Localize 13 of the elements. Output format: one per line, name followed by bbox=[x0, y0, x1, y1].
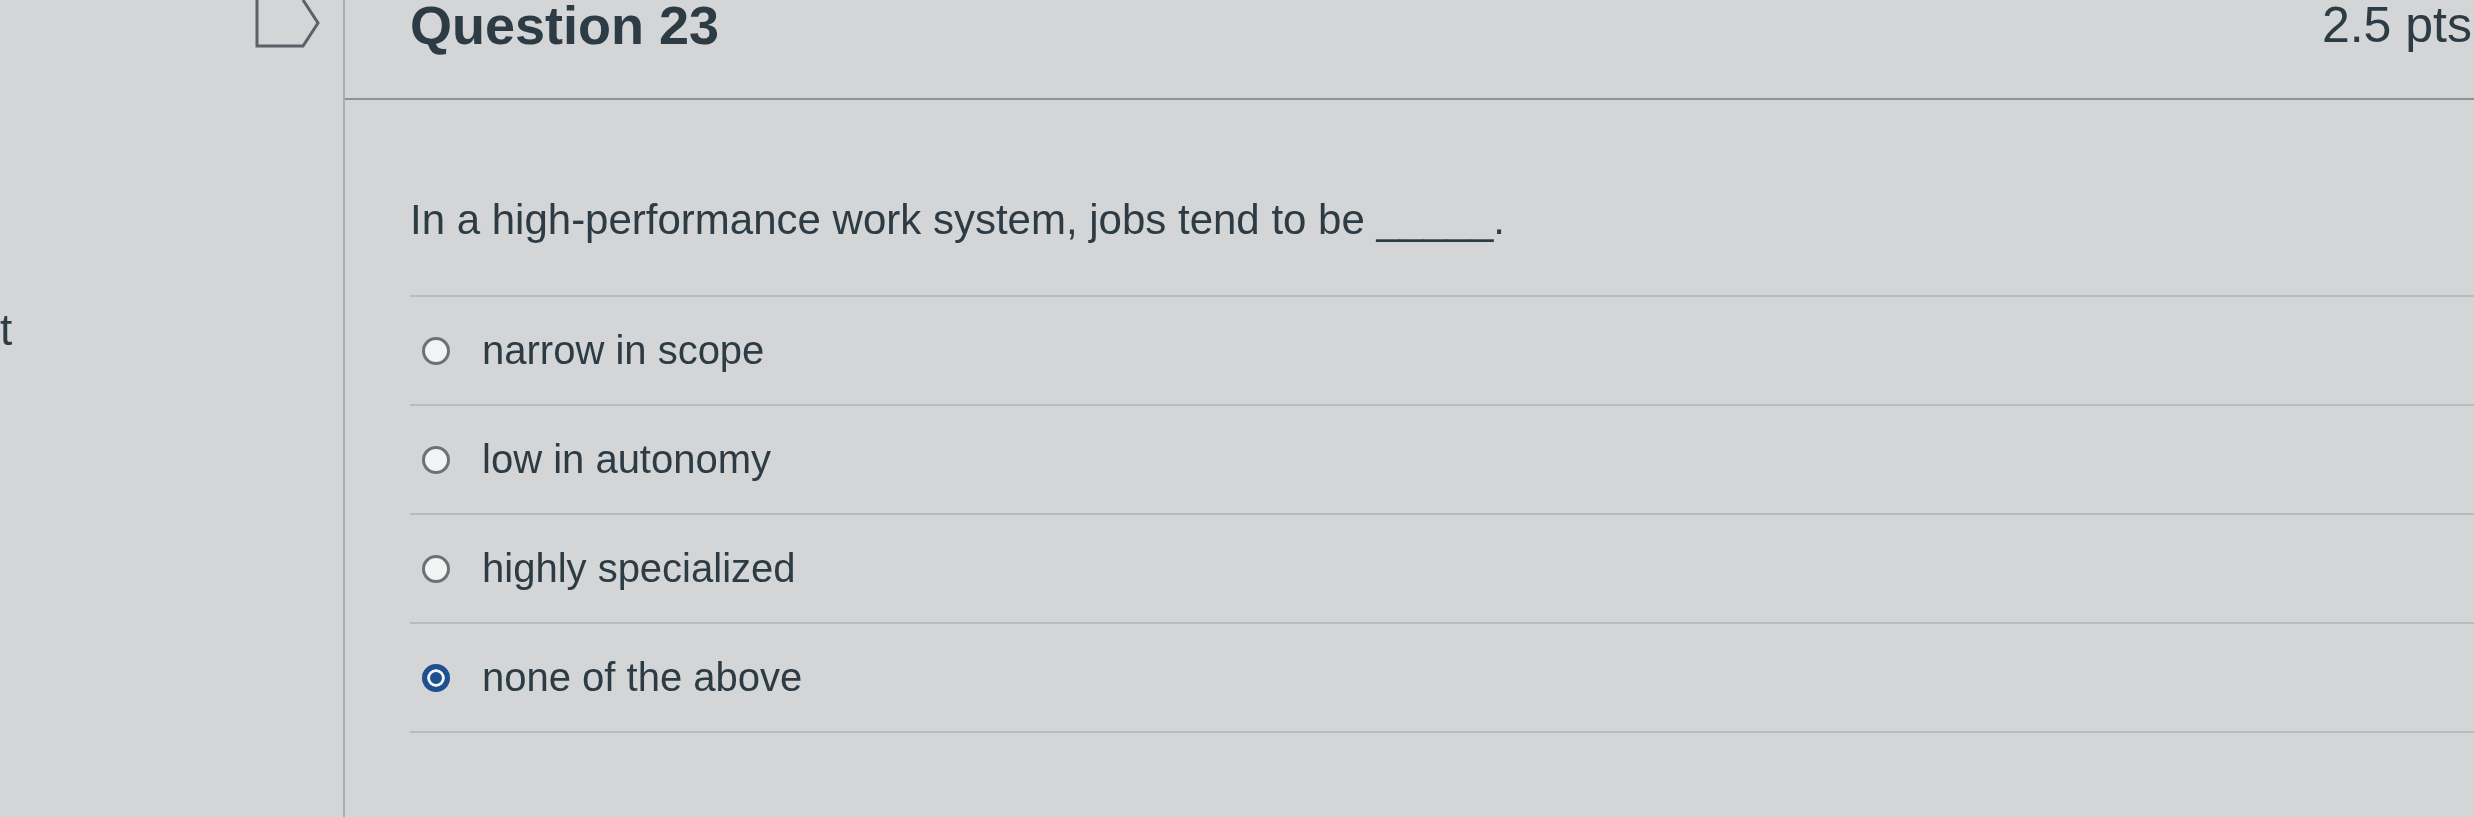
radio-button[interactable] bbox=[422, 445, 450, 474]
radio-button[interactable] bbox=[422, 663, 450, 692]
answer-label[interactable]: narrow in scope bbox=[482, 328, 765, 373]
question-title: Question 23 bbox=[410, 0, 720, 56]
answer-label[interactable]: low in autonomy bbox=[482, 437, 772, 482]
radio-button[interactable] bbox=[422, 554, 450, 583]
answer-label[interactable]: highly specialized bbox=[482, 546, 796, 591]
answer-label[interactable]: none of the above bbox=[482, 655, 803, 700]
flag-icon[interactable] bbox=[255, 0, 321, 48]
points-label: 2.5 pts bbox=[2321, 0, 2472, 54]
question-text: In a high-performance work system, jobs tend to be _____. bbox=[410, 195, 1505, 245]
sidebar-text: t bbox=[0, 305, 13, 355]
radio-button[interactable] bbox=[422, 336, 450, 365]
